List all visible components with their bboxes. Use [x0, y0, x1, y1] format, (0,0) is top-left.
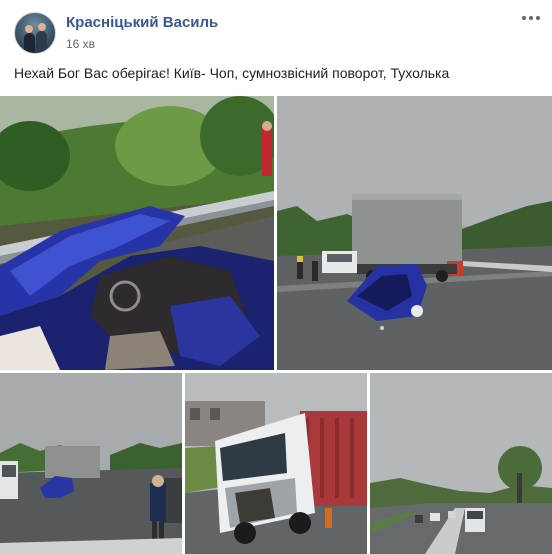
- author-name[interactable]: Красніцький Василь: [66, 14, 218, 31]
- photo-truck-and-wreck-on-road[interactable]: [277, 96, 552, 370]
- post-header: Красніцький Василь 16 хв: [0, 0, 552, 60]
- post-timestamp[interactable]: 16 хв: [66, 37, 95, 51]
- photo-wrecked-car-closeup[interactable]: [0, 96, 274, 370]
- photo-mountain-road-traffic[interactable]: [370, 373, 552, 554]
- post-text: Нехай Бог Вас оберігає! Київ- Чоп, сумно…: [14, 65, 450, 81]
- author-avatar[interactable]: [14, 12, 56, 54]
- photo-damaged-white-semi-truck[interactable]: [185, 373, 367, 554]
- facebook-post: Красніцький Василь 16 хв Нехай Бог Вас о…: [0, 0, 552, 554]
- photo-police-at-crash-scene[interactable]: [0, 373, 182, 554]
- more-dots-icon[interactable]: [519, 8, 543, 28]
